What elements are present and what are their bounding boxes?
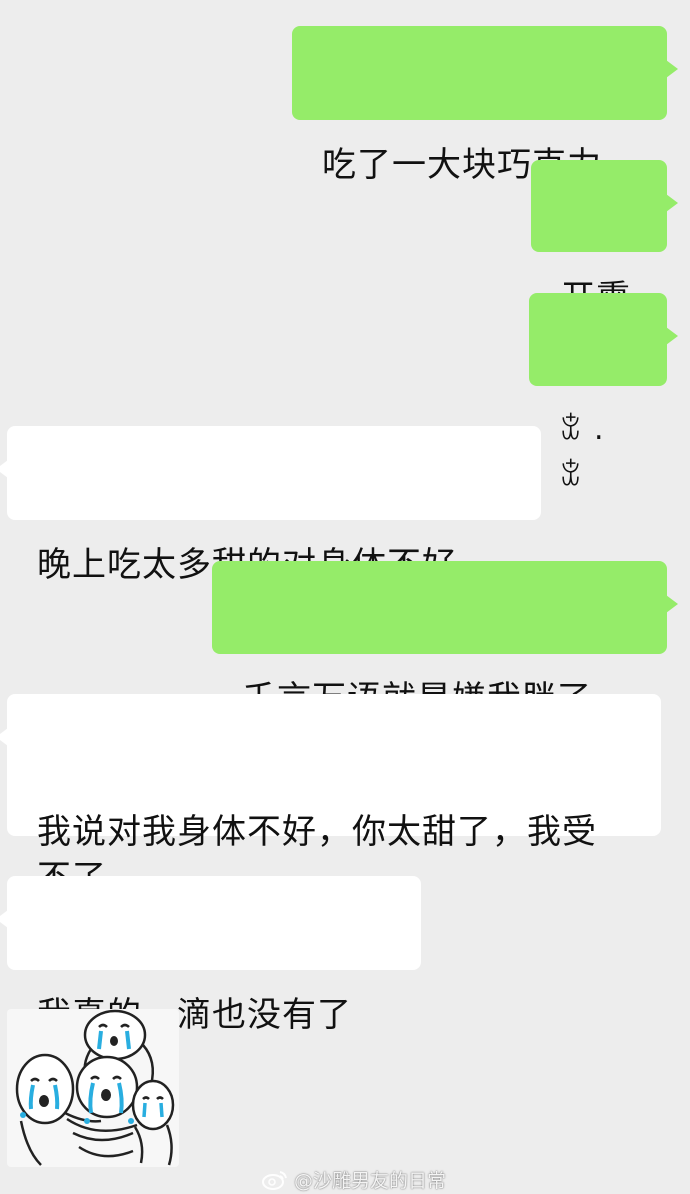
message-bubble-sent[interactable]: ꒃ . ꒃ [529, 293, 678, 493]
watermark-text: @沙雕男友的日常 [294, 1169, 447, 1192]
message-bubble-received[interactable]: 我真的一滴也没有了 [0, 876, 421, 1035]
crying-hug-sticker[interactable] [7, 1009, 179, 1167]
message-bubble-received[interactable]: 晚上吃太多甜的对身体不好 [0, 426, 541, 585]
message-bubble-received[interactable]: 我说对我身体不好，你太甜了，我受不了 [0, 694, 661, 898]
chat-conversation: 吃了一大块巧克力 开熏 ꒃ . ꒃ 晚上吃太多甜的对身体不好 千言万语就是嫌我胖… [0, 0, 690, 1194]
message-bubble-sent[interactable]: 吃了一大块巧克力 [292, 26, 678, 185]
message-bubble-sent[interactable]: 千言万语就是嫌我胖了 [212, 561, 678, 719]
message-bubble-sent[interactable]: 开熏 [531, 160, 678, 318]
message-text: ꒃ . ꒃ [559, 412, 616, 493]
sticker-illustration [15, 1009, 175, 1166]
watermark: @沙雕男友的日常 [262, 1165, 446, 1193]
weibo-icon [262, 1171, 287, 1190]
